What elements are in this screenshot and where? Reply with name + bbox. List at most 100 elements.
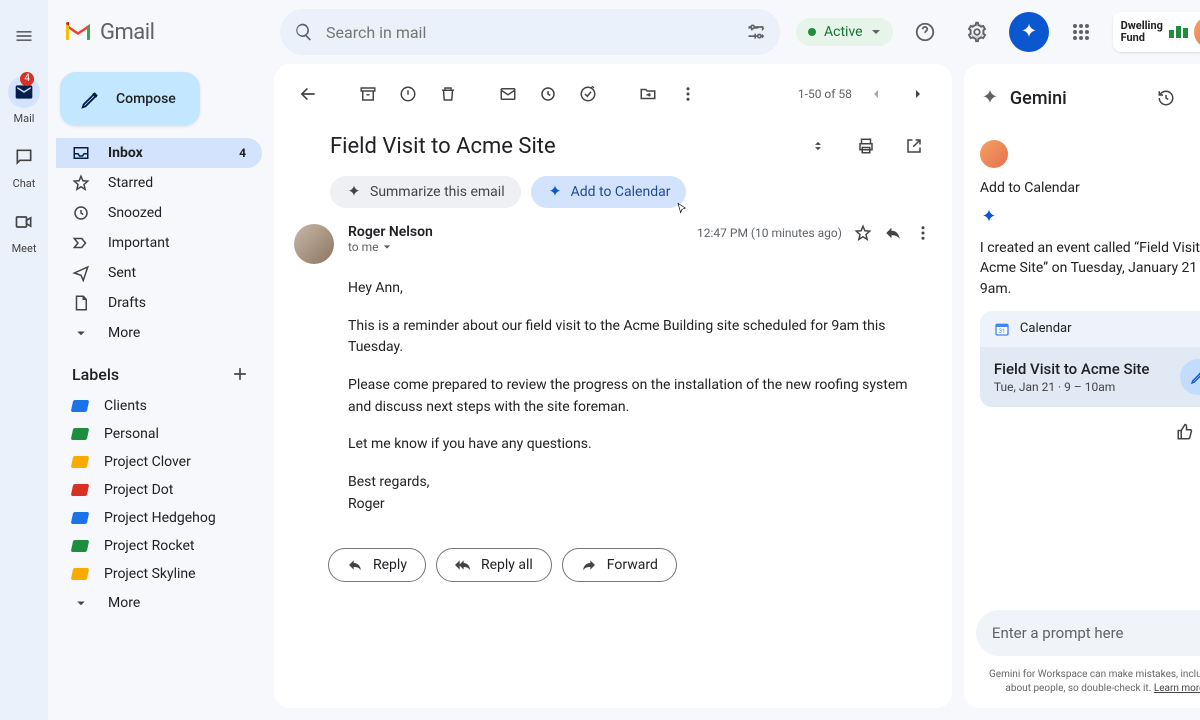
chat-icon <box>8 141 40 173</box>
expand-button[interactable] <box>800 128 836 164</box>
sidebar-labels-more[interactable]: More <box>56 588 262 618</box>
sidebar-item-label: Snoozed <box>108 205 162 221</box>
pencil-icon <box>1190 369 1200 385</box>
history-button[interactable] <box>1148 80 1184 116</box>
sent-icon <box>72 264 92 282</box>
spam-button[interactable] <box>390 76 426 112</box>
apps-button[interactable] <box>1061 12 1101 52</box>
sidebar-item-snoozed[interactable]: Snoozed <box>56 198 262 228</box>
search-input[interactable] <box>326 23 734 42</box>
forward-button[interactable]: Forward <box>562 548 677 582</box>
card-app-label: Calendar <box>1020 321 1072 336</box>
msg-more-button[interactable] <box>914 224 932 242</box>
sidebar-label-item[interactable]: Project Skyline <box>56 560 266 588</box>
add-label-button[interactable] <box>230 364 250 384</box>
labels-header: Labels <box>72 365 119 384</box>
back-button[interactable] <box>290 76 326 112</box>
card-subtitle: Tue, Jan 21 · 9 – 10am <box>994 380 1150 394</box>
reply-icon <box>347 557 363 573</box>
next-page-button[interactable] <box>900 76 936 112</box>
important-icon <box>72 234 92 252</box>
search-bar[interactable] <box>280 9 780 55</box>
snooze-button[interactable] <box>530 76 566 112</box>
sidebar-item-sent[interactable]: Sent <box>56 258 262 288</box>
open-new-button[interactable] <box>896 128 932 164</box>
gemini-context: Add to Calendar <box>980 180 1200 196</box>
pencil-icon <box>80 88 102 110</box>
sidebar-item-inbox[interactable]: Inbox 4 <box>56 138 262 168</box>
label-text: Project Dot <box>104 482 173 498</box>
close-button[interactable] <box>1194 80 1200 116</box>
sidebar-label-item[interactable]: Project Clover <box>56 448 266 476</box>
svg-text:31: 31 <box>999 328 1006 335</box>
forward-icon <box>581 557 597 573</box>
thumbs-up-button[interactable] <box>1176 423 1194 441</box>
delete-button[interactable] <box>430 76 466 112</box>
label-color-icon <box>71 456 90 468</box>
reply-button-icon[interactable] <box>884 224 902 242</box>
rail-item-label: Mail <box>14 112 35 125</box>
sidebar-label-item[interactable]: Project Dot <box>56 476 266 504</box>
rail-item-label: Chat <box>13 177 36 190</box>
org-chip[interactable]: Dwelling Fund <box>1113 12 1200 52</box>
sidebar-label-item[interactable]: Clients <box>56 392 266 420</box>
add-calendar-chip[interactable]: Add to Calendar <box>531 176 687 208</box>
more-button[interactable] <box>670 76 706 112</box>
gemini-button[interactable] <box>1009 12 1049 52</box>
print-button[interactable] <box>848 128 884 164</box>
move-to-button[interactable] <box>630 76 666 112</box>
email-subject: Field Visit to Acme Site <box>330 134 788 159</box>
sidebar-label-item[interactable]: Project Rocket <box>56 532 266 560</box>
sidebar-item-label: More <box>108 325 140 341</box>
inbox-icon <box>72 144 92 162</box>
sidebar-item-label: Important <box>108 235 170 251</box>
learn-more-link[interactable]: Learn more <box>1154 683 1200 694</box>
star-icon <box>72 174 92 192</box>
chevron-down-icon <box>72 324 92 342</box>
sidebar-item-starred[interactable]: Starred <box>56 168 262 198</box>
mark-unread-button[interactable] <box>490 76 526 112</box>
rail-chat[interactable]: Chat <box>8 141 40 190</box>
search-options-icon[interactable] <box>746 22 766 42</box>
sidebar-label-item[interactable]: Project Hedgehog <box>56 504 266 532</box>
add-task-button[interactable] <box>570 76 606 112</box>
body-paragraph: Let me know if you have any questions. <box>348 434 932 456</box>
compose-button[interactable]: Compose <box>60 72 200 126</box>
reply-button[interactable]: Reply <box>328 548 426 582</box>
rail-meet[interactable]: Meet <box>8 206 40 255</box>
calendar-card[interactable]: 31 Calendar Field Visit to Acme Site Tue… <box>980 311 1200 407</box>
sidebar-item-drafts[interactable]: Drafts <box>56 288 262 318</box>
main-menu-button[interactable] <box>0 12 48 60</box>
label-color-icon <box>71 400 90 412</box>
org-name: Dwelling Fund <box>1121 20 1163 44</box>
avatar[interactable] <box>1194 16 1200 48</box>
drafts-icon <box>72 294 92 312</box>
label-color-icon <box>71 568 90 580</box>
label-color-icon <box>71 540 90 552</box>
label-text: Project Hedgehog <box>104 510 216 526</box>
body-paragraph: Hey Ann, <box>348 278 932 300</box>
chip-label: Add to Calendar <box>571 184 671 200</box>
label-text: Project Skyline <box>104 566 196 582</box>
sidebar-item-label: Starred <box>108 175 153 191</box>
rail-item-label: Meet <box>12 242 37 255</box>
summarize-chip[interactable]: Summarize this email <box>330 176 521 208</box>
archive-button[interactable] <box>350 76 386 112</box>
org-logo-icon <box>1169 26 1188 38</box>
sidebar-label-item[interactable]: Personal <box>56 420 266 448</box>
cursor-icon <box>674 202 690 218</box>
reply-all-button[interactable]: Reply all <box>436 548 552 582</box>
star-button[interactable] <box>854 224 872 242</box>
support-button[interactable] <box>905 12 945 52</box>
sender-avatar[interactable] <box>294 224 334 264</box>
rail-mail[interactable]: 4 Mail <box>8 76 40 125</box>
gemini-input[interactable]: Enter a prompt here <box>976 610 1200 656</box>
sidebar-item-important[interactable]: Important <box>56 228 262 258</box>
edit-event-button[interactable] <box>1180 359 1200 395</box>
sidebar-item-more[interactable]: More <box>56 318 262 348</box>
status-chip[interactable]: Active <box>796 18 893 46</box>
prev-page-button[interactable] <box>858 76 894 112</box>
chevron-down-icon[interactable] <box>383 243 391 251</box>
search-icon <box>294 22 314 42</box>
settings-button[interactable] <box>957 12 997 52</box>
